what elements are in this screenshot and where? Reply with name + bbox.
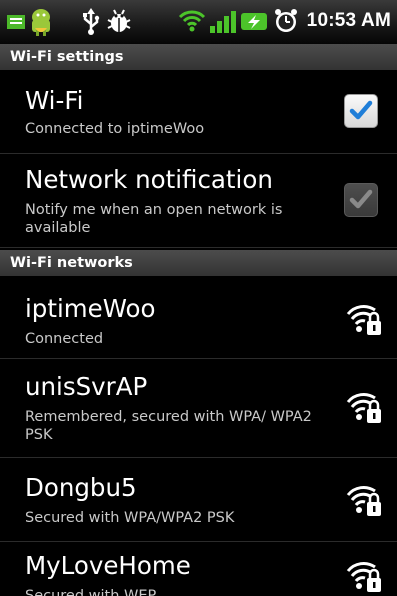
network-notification-title: Network notification	[25, 165, 273, 194]
wifi-toggle-row[interactable]: Wi-Fi Connected to iptimeWoo	[0, 70, 397, 154]
network-status: Connected	[25, 331, 104, 347]
network-notification-checkbox[interactable]	[344, 183, 378, 217]
network-status: Secured with WEP	[25, 588, 157, 596]
wifi-lock-icon	[346, 305, 381, 335]
section-header-wifi-settings: Wi-Fi settings	[0, 44, 397, 70]
cell-signal-icon	[208, 6, 236, 36]
debug-icon	[106, 6, 132, 36]
notification-icon	[6, 6, 26, 36]
wifi-checkbox[interactable]	[344, 94, 378, 128]
network-row-unissvrap[interactable]: unisSvrAP Remembered, secured with WPA/ …	[0, 360, 397, 458]
wifi-lock-icon	[346, 486, 381, 516]
checkmark-icon	[349, 100, 373, 120]
battery-charging-icon	[240, 6, 270, 36]
network-status: Secured with WPA/WPA2 PSK	[25, 510, 235, 526]
network-ssid: unisSvrAP	[25, 372, 148, 401]
network-notification-summary: Notify me when an open network is availa…	[25, 202, 283, 236]
network-ssid: MyLoveHome	[25, 551, 191, 580]
wifi-signal-icon	[178, 6, 206, 36]
clock: 10:53 AM	[306, 10, 391, 31]
network-row-mylovehome[interactable]: MyLoveHome Secured with WEP	[0, 543, 397, 596]
android-icon	[28, 6, 54, 36]
network-status: Remembered, secured with WPA/ WPA2 PSK	[25, 409, 312, 443]
network-row-dongbu5[interactable]: Dongbu5 Secured with WPA/WPA2 PSK	[0, 459, 397, 542]
wifi-summary: Connected to iptimeWoo	[25, 121, 205, 137]
alarm-icon	[274, 6, 298, 36]
wifi-lock-icon	[346, 393, 381, 423]
usb-icon	[80, 6, 102, 36]
status-bar: 10:53 AM	[0, 0, 397, 45]
wifi-title: Wi-Fi	[25, 86, 84, 115]
wifi-lock-icon	[346, 562, 381, 592]
section-header-wifi-networks: Wi-Fi networks	[0, 250, 397, 276]
checkmark-icon	[349, 189, 373, 209]
network-ssid: iptimeWoo	[25, 294, 156, 323]
network-row-iptimewoo[interactable]: iptimeWoo Connected	[0, 276, 397, 359]
network-ssid: Dongbu5	[25, 473, 137, 502]
network-notification-row[interactable]: Network notification Notify me when an o…	[0, 155, 397, 248]
